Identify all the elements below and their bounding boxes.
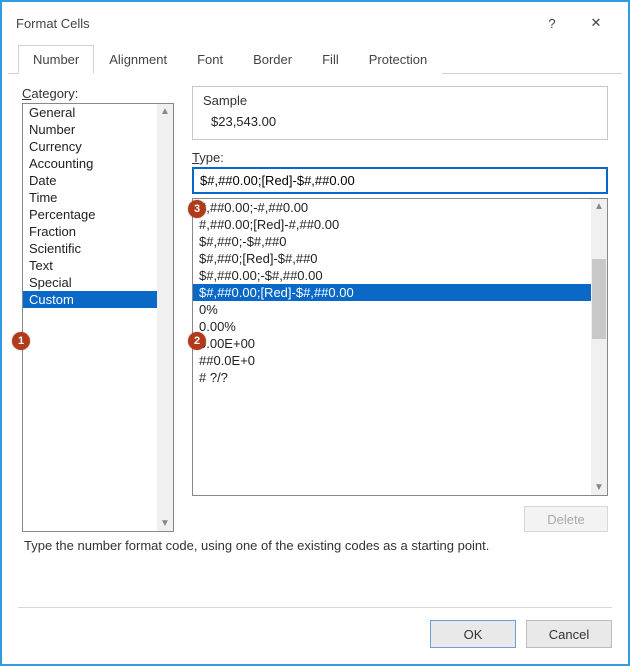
category-item-currency[interactable]: Currency	[23, 138, 157, 155]
category-item-scientific[interactable]: Scientific	[23, 240, 157, 257]
tab-number[interactable]: Number	[18, 45, 94, 74]
type-input[interactable]	[192, 167, 608, 194]
scroll-down-icon: ▼	[160, 518, 170, 529]
dialog-body: Category: General Number Currency Accoun…	[8, 74, 622, 532]
type-option[interactable]: 0%	[193, 301, 591, 318]
callout-3: 3	[188, 200, 206, 218]
type-option[interactable]: # ?/?	[193, 369, 591, 386]
dialog-title: Format Cells	[16, 16, 530, 31]
close-icon: ✕	[591, 15, 602, 31]
category-item-custom[interactable]: Custom	[23, 291, 157, 308]
category-item-text[interactable]: Text	[23, 257, 157, 274]
scroll-down-icon: ▼	[594, 482, 604, 493]
type-option[interactable]: #,##0.00;[Red]-#,##0.00	[193, 216, 591, 233]
sample-box: Sample $23,543.00	[192, 86, 608, 140]
details-column: Sample $23,543.00 Type: #,##0.00;-#,##0.…	[192, 86, 608, 532]
category-item-fraction[interactable]: Fraction	[23, 223, 157, 240]
format-cells-dialog: Format Cells ? ✕ Number Alignment Font B…	[8, 8, 622, 658]
scroll-up-icon: ▲	[160, 106, 170, 117]
type-option[interactable]: $#,##0;[Red]-$#,##0	[193, 250, 591, 267]
help-button[interactable]: ?	[530, 8, 574, 38]
type-list-inner: #,##0.00;-#,##0.00 #,##0.00;[Red]-#,##0.…	[193, 199, 591, 495]
cancel-button[interactable]: Cancel	[526, 620, 612, 648]
close-button[interactable]: ✕	[574, 8, 618, 38]
type-option[interactable]: $#,##0.00;-$#,##0.00	[193, 267, 591, 284]
category-column: Category: General Number Currency Accoun…	[22, 86, 174, 532]
tab-border[interactable]: Border	[238, 45, 307, 74]
tab-font[interactable]: Font	[182, 45, 238, 74]
scroll-up-icon: ▲	[594, 201, 604, 212]
type-scrollbar[interactable]: ▲ ▼	[591, 199, 607, 495]
callout-2: 2	[188, 332, 206, 350]
ok-button[interactable]: OK	[430, 620, 516, 648]
type-label: Type:	[192, 150, 608, 165]
category-item-special[interactable]: Special	[23, 274, 157, 291]
category-item-general[interactable]: General	[23, 104, 157, 121]
type-option[interactable]: ##0.0E+0	[193, 352, 591, 369]
category-item-date[interactable]: Date	[23, 172, 157, 189]
dialog-footer: OK Cancel	[18, 607, 612, 648]
category-list-inner: General Number Currency Accounting Date …	[23, 104, 157, 531]
category-scrollbar[interactable]: ▲ ▼	[157, 104, 173, 531]
type-option[interactable]: #,##0.00;-#,##0.00	[193, 199, 591, 216]
delete-button[interactable]: Delete	[524, 506, 608, 532]
category-item-accounting[interactable]: Accounting	[23, 155, 157, 172]
help-icon: ?	[548, 16, 555, 31]
category-listbox[interactable]: General Number Currency Accounting Date …	[22, 103, 174, 532]
hint-text: Type the number format code, using one o…	[8, 532, 622, 553]
type-option-selected[interactable]: $#,##0.00;[Red]-$#,##0.00	[193, 284, 591, 301]
sample-label: Sample	[203, 93, 597, 108]
delete-row: Delete	[192, 506, 608, 532]
callout-1: 1	[12, 332, 30, 350]
type-option[interactable]: $#,##0;-$#,##0	[193, 233, 591, 250]
sample-value: $23,543.00	[203, 114, 597, 129]
tab-strip: Number Alignment Font Border Fill Protec…	[8, 44, 622, 74]
category-item-number[interactable]: Number	[23, 121, 157, 138]
category-item-time[interactable]: Time	[23, 189, 157, 206]
tab-alignment[interactable]: Alignment	[94, 45, 182, 74]
category-label: Category:	[22, 86, 174, 101]
tab-fill[interactable]: Fill	[307, 45, 354, 74]
category-item-percentage[interactable]: Percentage	[23, 206, 157, 223]
type-listbox[interactable]: #,##0.00;-#,##0.00 #,##0.00;[Red]-#,##0.…	[192, 198, 608, 496]
tab-protection[interactable]: Protection	[354, 45, 443, 74]
type-option[interactable]: 0.00%	[193, 318, 591, 335]
outer-border: Format Cells ? ✕ Number Alignment Font B…	[0, 0, 630, 666]
type-option[interactable]: 0.00E+00	[193, 335, 591, 352]
scroll-thumb[interactable]	[592, 259, 606, 339]
titlebar: Format Cells ? ✕	[8, 8, 622, 38]
